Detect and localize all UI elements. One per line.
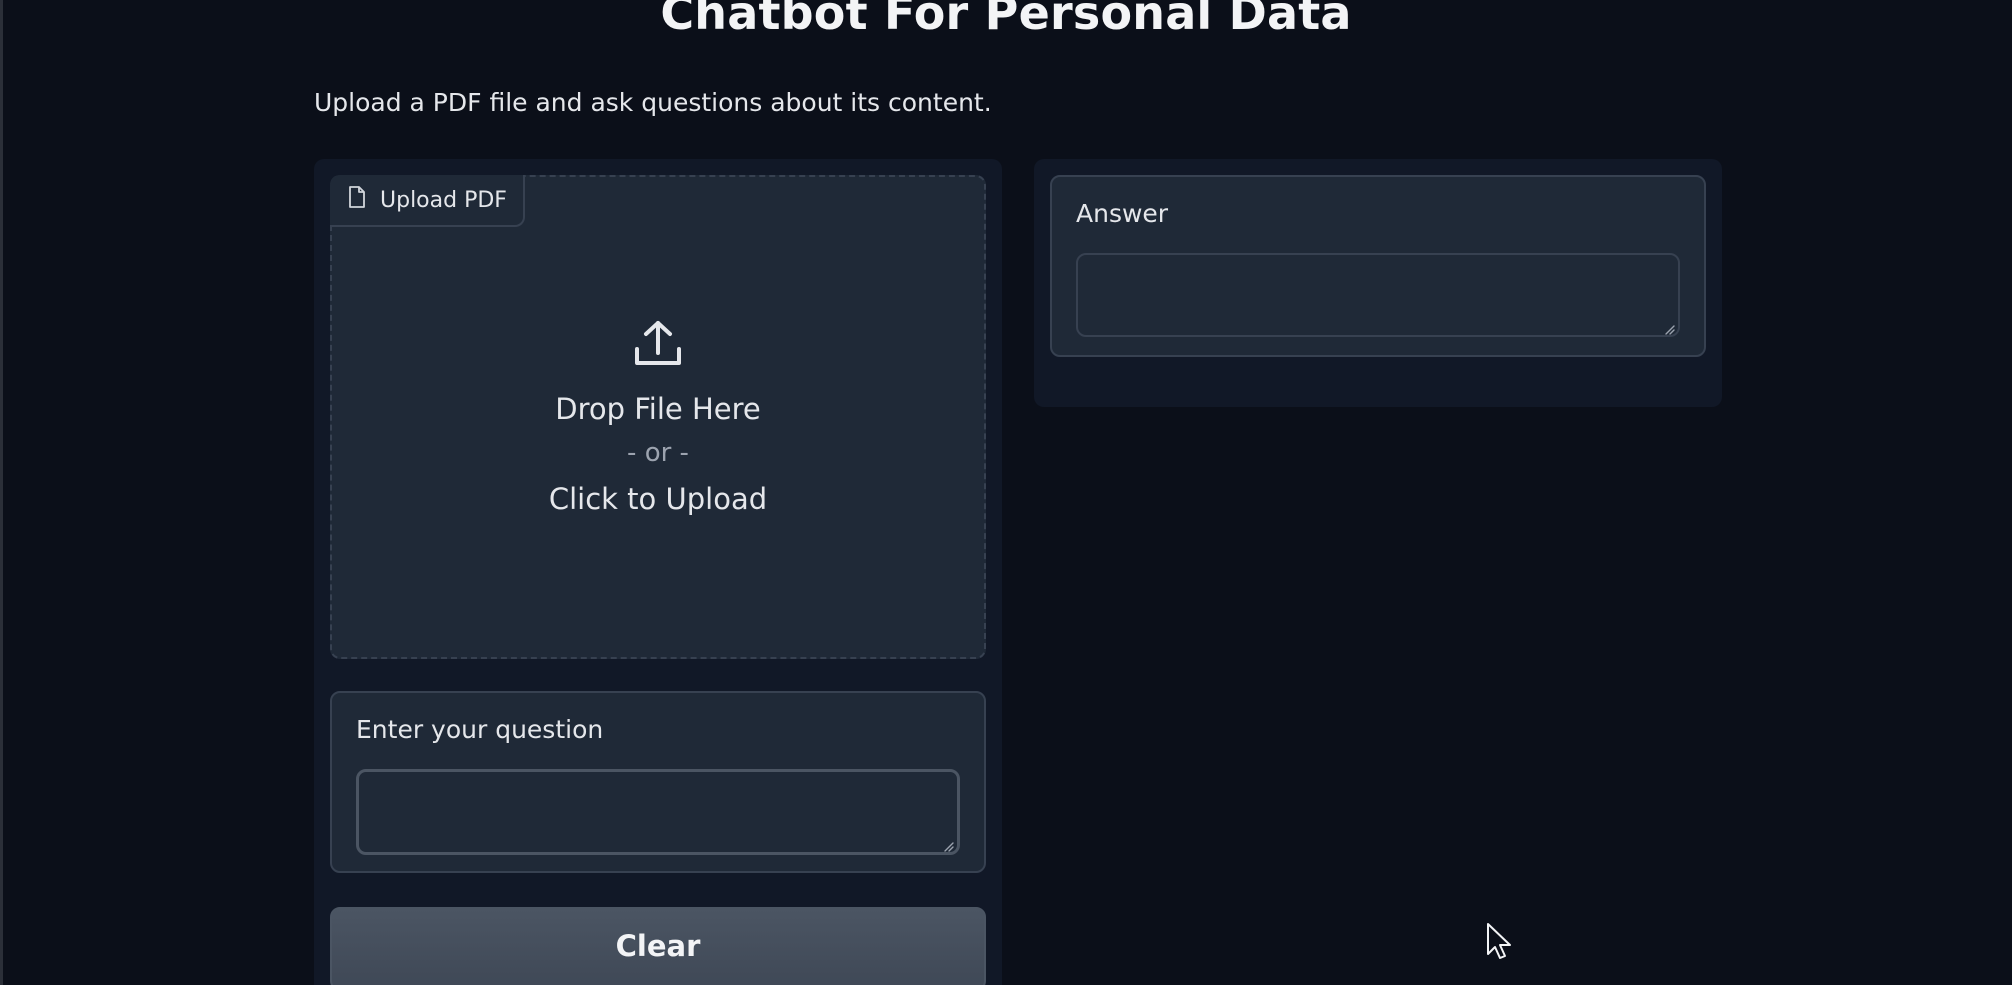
or-separator-text: - or - [627,438,689,468]
pdf-upload-dropzone[interactable]: Upload PDF Drop File Here - or - Click t… [330,175,986,659]
resize-handle-icon[interactable] [1663,320,1675,335]
click-to-upload-text: Click to Upload [548,482,768,516]
page-title: Chatbot For Personal Data [660,0,1352,40]
upload-pdf-label: Upload PDF [330,175,525,227]
upload-pdf-label-text: Upload PDF [380,187,507,213]
answer-label: Answer [1076,199,1169,228]
drop-file-text: Drop File Here [555,392,761,426]
page-description: Upload a PDF file and ask questions abou… [314,88,992,117]
input-column: Upload PDF Drop File Here - or - Click t… [314,159,1002,985]
file-icon [348,186,366,214]
clear-button[interactable]: Clear [330,907,986,985]
answer-output[interactable] [1076,253,1680,337]
output-column: Answer [1034,159,1722,407]
upload-prompt: Drop File Here - or - Click to Upload [332,319,984,517]
question-field-block: Enter your question [330,691,986,873]
question-input[interactable] [356,769,960,855]
upload-icon [633,319,683,371]
resize-handle-icon[interactable] [942,837,954,852]
answer-field-block: Answer [1050,175,1706,357]
app-page: Chatbot For Personal Data Upload a PDF f… [0,0,2012,985]
question-label: Enter your question [356,715,604,744]
mouse-pointer-icon [1486,922,1514,962]
